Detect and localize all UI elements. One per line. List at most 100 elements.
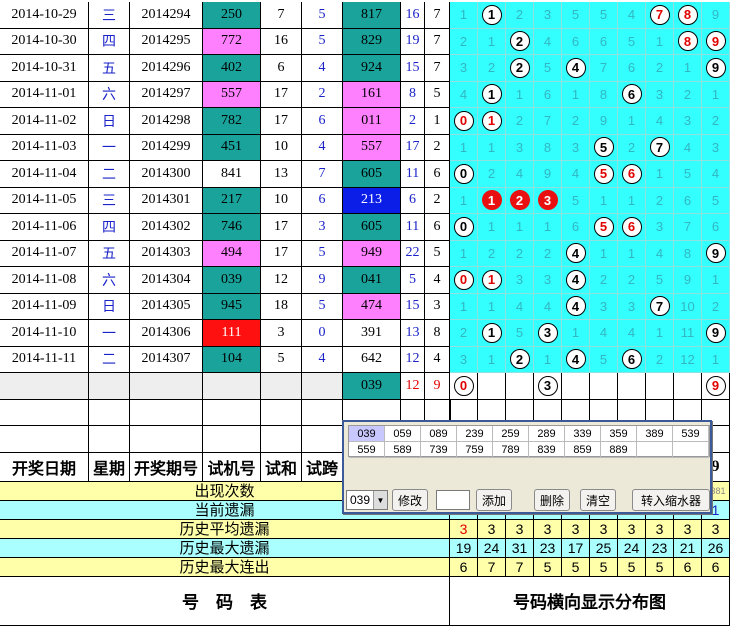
test-sum-cell: 17 <box>261 81 302 108</box>
candidate-number[interactable]: 539 <box>673 426 709 442</box>
digit-ball: 3 <box>537 190 558 211</box>
candidate-number[interactable]: 259 <box>493 426 529 442</box>
test-sum-cell: 6 <box>261 55 302 82</box>
candidate-number[interactable]: 559 <box>349 442 385 458</box>
digit-ball: 2 <box>509 190 530 211</box>
digit-ball: 4 <box>565 57 586 78</box>
candidate-number[interactable]: 089 <box>421 426 457 442</box>
empty-cell <box>89 399 130 426</box>
dist-cell-9: 3 <box>702 134 730 161</box>
digit-ball: 9 <box>705 57 726 78</box>
draw-number-cell: 041 <box>343 267 401 294</box>
test-number-cell: 039 <box>203 267 261 294</box>
test-span-cell: 0 <box>302 320 343 347</box>
transfer-to-filter-button[interactable]: 转入缩水器 <box>632 489 710 511</box>
candidate-number[interactable]: 389 <box>637 426 673 442</box>
candidate-number[interactable] <box>673 442 709 458</box>
date-cell: 2014-10-31 <box>0 55 89 82</box>
dist-cell-9: 9 <box>702 28 730 55</box>
number-input[interactable] <box>436 490 470 510</box>
draw-sum-cell: 22 <box>401 240 425 267</box>
draw-sum-cell: 11 <box>401 161 425 188</box>
dist-cell-1: 1 <box>478 187 506 214</box>
candidate-number[interactable]: 789 <box>493 442 529 458</box>
dist-cell-5: 1 <box>590 187 618 214</box>
empty-cell <box>203 426 261 453</box>
dist-cell-8: 8 <box>674 28 702 55</box>
candidate-number[interactable]: 759 <box>457 442 493 458</box>
test-span-cell: 6 <box>302 187 343 214</box>
stat-value: 19 <box>450 538 478 558</box>
candidate-number[interactable]: 289 <box>529 426 565 442</box>
stat-value: 23 <box>646 538 674 558</box>
draw-number-cell: 391 <box>343 320 401 347</box>
dist-cell-6: 1 <box>618 187 646 214</box>
weekday-cell: 三 <box>89 187 130 214</box>
empty-cell <box>203 399 261 426</box>
dist-cell-3: 9 <box>534 161 562 188</box>
candidate-number[interactable]: 339 <box>565 426 601 442</box>
candidate-number[interactable]: 859 <box>565 442 601 458</box>
stat-value: 5 <box>646 557 674 577</box>
draw-sum-cell: 11 <box>401 214 425 241</box>
dist-cell-9: 9 <box>702 320 730 347</box>
digit-ball: 0 <box>453 269 474 290</box>
dist-cell-2: 2 <box>506 2 534 29</box>
draw-span-cell: 4 <box>425 267 450 294</box>
delete-button[interactable]: 删除 <box>534 489 570 511</box>
digit-ball: 9 <box>705 243 726 264</box>
dist-cell-0: 1 <box>450 293 478 320</box>
weekday-cell: 六 <box>89 267 130 294</box>
test-span-cell: 5 <box>302 293 343 320</box>
digit-ball: 5 <box>593 137 614 158</box>
dist-cell-9: 5 <box>702 187 730 214</box>
blank-cell <box>89 373 130 400</box>
digit-ball: 0 <box>453 163 474 184</box>
draw-number-cell: 817 <box>343 2 401 29</box>
candidate-number[interactable]: 839 <box>529 442 565 458</box>
digit-ball: 0 <box>453 375 474 396</box>
dist-cell-0: 0 <box>450 108 478 135</box>
candidate-number[interactable] <box>637 442 673 458</box>
number-select[interactable]: 039 ▼ <box>346 490 388 510</box>
chevron-down-icon[interactable]: ▼ <box>373 491 387 509</box>
dist-cell-6: 6 <box>618 214 646 241</box>
dist-cell-8: 4 <box>674 134 702 161</box>
candidate-number[interactable]: 039 <box>349 426 385 442</box>
next-dist-cell-8 <box>674 373 702 400</box>
digit-ball: 6 <box>621 163 642 184</box>
empty-cell <box>0 426 89 453</box>
test-sum-cell: 16 <box>261 28 302 55</box>
weekday-cell: 四 <box>89 214 130 241</box>
stat-value: 3 <box>506 519 534 539</box>
draw-sum-cell: 19 <box>401 28 425 55</box>
test-number-cell: 451 <box>203 134 261 161</box>
candidate-number[interactable]: 889 <box>601 442 637 458</box>
dist-cell-4: 4 <box>562 293 590 320</box>
dist-cell-5: 5 <box>590 2 618 29</box>
add-button[interactable]: 添加 <box>476 489 512 511</box>
candidate-number[interactable]: 359 <box>601 426 637 442</box>
dist-cell-5: 1 <box>590 240 618 267</box>
candidate-grid[interactable]: 039 059 089 239 259 289 339 359 389 539 559 589 739 7… <box>348 425 710 458</box>
digit-ball: 4 <box>565 296 586 317</box>
digit-ball: 5 <box>593 163 614 184</box>
dist-cell-3: 1 <box>534 214 562 241</box>
candidate-popup[interactable]: 039 059 089 239 259 289 339 359 389 539 559 589 739 7… <box>342 420 712 514</box>
digit-ball: 8 <box>677 4 698 25</box>
dist-cell-0: 3 <box>450 55 478 82</box>
draw-sum-cell: 16 <box>401 2 425 29</box>
dist-cell-1: 1 <box>478 81 506 108</box>
issue-cell: 2014297 <box>130 81 203 108</box>
test-number-cell: 746 <box>203 214 261 241</box>
stat-value: 6 <box>450 557 478 577</box>
candidate-number[interactable]: 739 <box>421 442 457 458</box>
candidate-number[interactable]: 239 <box>457 426 493 442</box>
weekday-cell: 三 <box>89 2 130 29</box>
dist-cell-5: 3 <box>590 293 618 320</box>
edit-button[interactable]: 修改 <box>392 489 428 511</box>
candidate-number[interactable]: 589 <box>385 442 421 458</box>
candidate-number[interactable]: 059 <box>385 426 421 442</box>
clear-button[interactable]: 清空 <box>580 489 616 511</box>
stat-value: 17 <box>562 538 590 558</box>
